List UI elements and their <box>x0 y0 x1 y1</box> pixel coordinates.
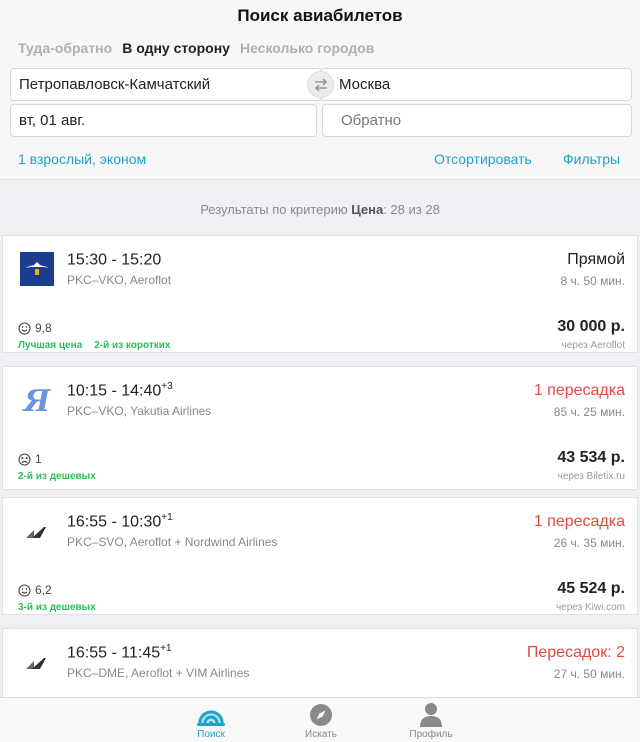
rating-value: 6,2 <box>35 583 52 597</box>
tab-explore-label: Искать <box>305 729 337 740</box>
stops-label: 1 пересадка <box>533 513 625 530</box>
trip-type-tabs: Туда-обратно В одну сторону Несколько го… <box>18 40 374 56</box>
return-date-field[interactable]: Обратно <box>322 104 632 137</box>
summary-count: : 28 из 28 <box>383 202 440 217</box>
airline-rating: 9,8 <box>18 321 52 335</box>
flight-route: PKC–VKO, Yakutia Airlines <box>67 404 212 418</box>
aeroflot-logo-icon <box>20 252 54 286</box>
badge: Лучшая цена <box>18 340 83 351</box>
smile-icon <box>18 583 31 597</box>
times-text: 10:15 - 14:40 <box>67 382 162 400</box>
badge: 3-й из дешевых <box>18 602 96 613</box>
stops-label: Прямой <box>567 251 625 268</box>
flight-badges: 3-й из дешевых <box>18 602 96 613</box>
multi-airline-icon <box>26 658 46 669</box>
compass-icon <box>310 704 332 726</box>
results-summary: Результаты по критерию Цена: 28 из 28 <box>0 202 640 217</box>
search-header: Поиск авиабилетов Туда-обратно В одну ст… <box>0 0 640 180</box>
tab-one-way[interactable]: В одну сторону <box>122 40 230 56</box>
user-icon <box>420 703 442 727</box>
booking-agent: через Aeroflot <box>561 340 625 351</box>
flight-route: PKC–DME, Aeroflot + VIM Airlines <box>67 666 250 680</box>
smile-icon <box>18 321 31 335</box>
destination-field[interactable]: Москва <box>320 68 632 101</box>
airline-rating: 6,2 <box>18 583 52 597</box>
sad-icon <box>18 452 31 466</box>
tab-profile-label: Профиль <box>409 729 453 740</box>
flight-card[interactable]: 16:55 - 11:45+1 PKC–DME, Aeroflot + VIM … <box>2 628 638 708</box>
summary-prefix: Результаты по критерию <box>200 202 348 217</box>
flight-times: 15:30 - 15:20 <box>67 250 161 269</box>
tab-explore[interactable]: Искать <box>281 701 361 740</box>
svg-text:Я: Я <box>22 384 52 417</box>
rating-value: 1 <box>35 452 42 466</box>
flight-duration: 8 ч. 50 мин. <box>560 274 625 288</box>
tab-profile[interactable]: Профиль <box>391 701 471 740</box>
flight-price: 45 524 р. <box>557 580 625 597</box>
tab-search[interactable]: Поиск <box>171 701 251 740</box>
day-offset: +1 <box>160 643 172 654</box>
flight-route: PKC–VKO, Aeroflot <box>67 273 172 287</box>
yakutia-logo-icon: Я <box>22 384 52 417</box>
flight-card[interactable]: 16:55 - 10:30+1 PKC–SVO, Aeroflot + Nord… <box>2 497 638 615</box>
bottom-tab-bar: Поиск Искать Профиль <box>0 697 640 742</box>
stops-label: 1 пересадка <box>533 382 625 399</box>
flight-duration: 85 ч. 25 мин. <box>553 405 625 419</box>
stops-label: Пересадок: 2 <box>526 644 625 661</box>
departure-date-field[interactable]: вт, 01 авг. <box>10 104 317 137</box>
flight-times: 16:55 - 11:45+1 <box>67 643 172 662</box>
airline-rating: 1 <box>18 452 42 466</box>
flight-duration: 27 ч. 50 мин. <box>553 667 625 681</box>
badge: 2-й из дешевых <box>18 471 96 482</box>
rating-value: 9,8 <box>35 321 52 335</box>
sort-button[interactable]: Отсортировать <box>434 151 532 167</box>
flight-card[interactable]: 15:30 - 15:20 PKC–VKO, Aeroflot Прямой 8… <box>2 235 638 353</box>
multi-airline-icon <box>26 527 46 538</box>
flight-price: 30 000 р. <box>557 318 625 335</box>
tab-round-trip[interactable]: Туда-обратно <box>18 40 112 56</box>
times-text: 15:30 - 15:20 <box>67 251 162 269</box>
page-title: Поиск авиабилетов <box>237 6 403 25</box>
tab-multi-city[interactable]: Несколько городов <box>240 40 374 56</box>
badge: 2-й из коротких <box>94 340 171 351</box>
flight-badges: Лучшая цена 2-й из коротких <box>18 340 171 351</box>
booking-agent: через Biletix.ru <box>557 471 625 482</box>
day-offset: +3 <box>161 381 173 392</box>
flight-duration: 26 ч. 35 мин. <box>553 536 625 550</box>
flight-price: 43 534 р. <box>557 449 625 466</box>
tab-search-label: Поиск <box>197 729 225 740</box>
flight-times: 10:15 - 14:40+3 <box>67 381 173 400</box>
swap-cities-button[interactable] <box>307 71 334 98</box>
booking-agent: через Kiwi.com <box>555 602 625 613</box>
filters-button[interactable]: Фильтры <box>563 151 620 167</box>
wifi-wave-search-icon <box>197 710 225 726</box>
day-offset: +1 <box>161 512 173 523</box>
flight-times: 16:55 - 10:30+1 <box>67 512 173 531</box>
flight-card[interactable]: Я 10:15 - 14:40+3 PKC–VKO, Yakutia Airli… <box>2 366 638 490</box>
passengers-selector[interactable]: 1 взрослый, эконом <box>18 151 146 167</box>
origin-field[interactable]: Петропавловск-Камчатский <box>10 68 322 101</box>
swap-icon <box>314 77 327 92</box>
flight-route: PKC–SVO, Aeroflot + Nordwind Airlines <box>67 535 278 549</box>
times-text: 16:55 - 11:45 <box>67 644 161 662</box>
summary-criterion: Цена <box>351 202 384 217</box>
flight-badges: 2-й из дешевых <box>18 471 96 482</box>
times-text: 16:55 - 10:30 <box>67 513 162 531</box>
